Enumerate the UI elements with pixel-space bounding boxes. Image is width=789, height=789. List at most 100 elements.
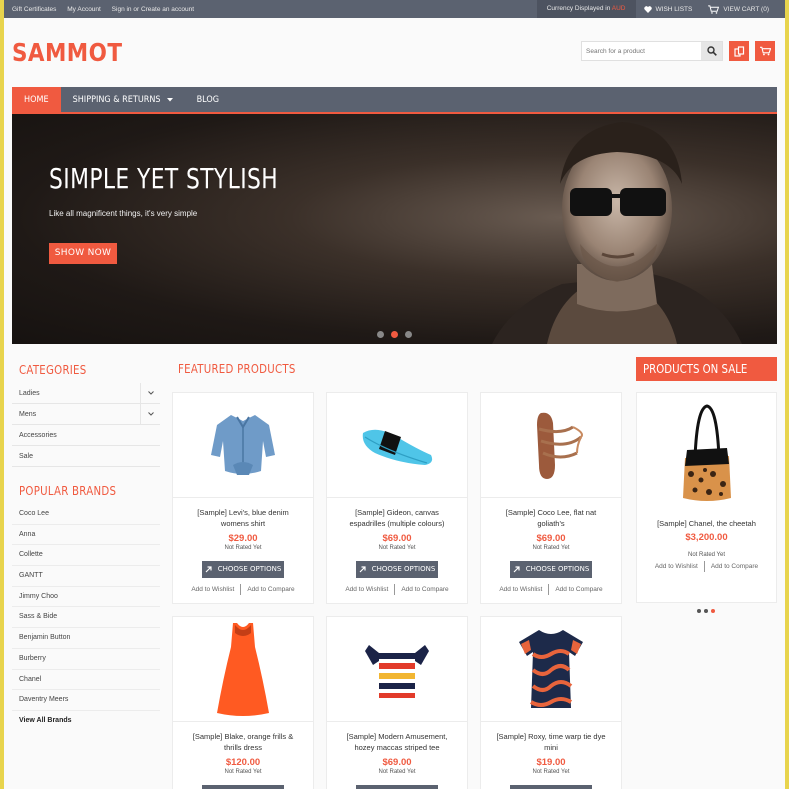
category-label: Mens bbox=[19, 411, 37, 418]
slider-dot[interactable] bbox=[377, 331, 384, 338]
category-label: Ladies bbox=[19, 390, 40, 397]
choose-options-label: CHOOSE OPTIONS bbox=[525, 565, 590, 573]
arrow-up-right-icon bbox=[513, 566, 520, 573]
product-name[interactable]: [Sample] Modern Amusement, hozey maccas … bbox=[327, 731, 467, 753]
choose-options-button[interactable]: CHOOSE OPTIONS bbox=[356, 561, 438, 578]
category-item-sale[interactable]: Sale bbox=[12, 446, 160, 467]
product-rating: Not Rated Yet bbox=[378, 545, 416, 551]
add-to-compare-link[interactable]: Add to Compare bbox=[240, 584, 300, 595]
product-name[interactable]: [Sample] Blake, orange frills & thrills … bbox=[173, 731, 313, 753]
category-item-mens[interactable]: Mens bbox=[12, 404, 160, 425]
add-to-wishlist-link[interactable]: Add to Wishlist bbox=[339, 584, 394, 595]
page-frame: Gift Certificates My Account Sign in or … bbox=[4, 0, 785, 789]
choose-options-button[interactable] bbox=[510, 785, 592, 789]
sale-product-card[interactable]: [Sample] Chanel, the cheetah $3,200.00 N… bbox=[636, 392, 777, 603]
nav-item-shipping-returns[interactable]: SHIPPING & RETURNS bbox=[61, 87, 185, 112]
choose-options-button[interactable]: CHOOSE OPTIONS bbox=[510, 561, 592, 578]
product-card[interactable]: [Sample] Roxy, time warp tie dye mini $1… bbox=[480, 616, 622, 789]
hero-subtitle: Like all magnificent things, it's very s… bbox=[49, 209, 198, 218]
nav-item-blog[interactable]: BLOG bbox=[185, 87, 231, 112]
product-rating: Not Rated Yet bbox=[532, 769, 570, 775]
currency-selector[interactable]: Currency Displayed in AUD bbox=[536, 0, 636, 18]
heart-icon bbox=[643, 5, 652, 13]
add-to-compare-link[interactable]: Add to Compare bbox=[548, 584, 608, 595]
product-name[interactable]: [Sample] Coco Lee, flat nat goliath's bbox=[481, 507, 621, 529]
category-item-accessories[interactable]: Accessories bbox=[12, 425, 160, 446]
nav-item-home[interactable]: HOME bbox=[12, 87, 61, 112]
product-image-orange-dress[interactable] bbox=[173, 617, 313, 722]
choose-options-label: CHOOSE OPTIONS bbox=[371, 565, 436, 573]
brand-item[interactable]: Collette bbox=[12, 545, 160, 567]
product-card[interactable]: [Sample] Modern Amusement, hozey maccas … bbox=[326, 616, 468, 789]
slider-dot-active[interactable] bbox=[391, 331, 398, 338]
sale-product-rating: Not Rated Yet bbox=[687, 552, 726, 558]
expand-button[interactable] bbox=[140, 404, 160, 424]
category-item-ladies[interactable]: Ladies bbox=[12, 383, 160, 404]
brand-item[interactable]: Anna bbox=[12, 525, 160, 546]
my-account-link[interactable]: My Account bbox=[67, 6, 101, 13]
search-button[interactable] bbox=[701, 42, 722, 60]
product-image-striped-tee[interactable] bbox=[327, 617, 467, 722]
products-on-sale-heading: PRODUCTS ON SALE bbox=[636, 357, 777, 381]
add-to-compare-link[interactable]: Add to Compare bbox=[703, 561, 764, 572]
expand-button[interactable] bbox=[140, 383, 160, 403]
slider-dot[interactable] bbox=[704, 609, 708, 613]
product-image-cheetah-bag[interactable] bbox=[637, 393, 776, 513]
slider-dot[interactable] bbox=[697, 609, 701, 613]
create-account-link[interactable]: Create an account bbox=[141, 6, 194, 13]
brand-item[interactable]: Chanel bbox=[12, 670, 160, 691]
add-to-wishlist-link[interactable]: Add to Wishlist bbox=[493, 584, 548, 595]
categories-heading: CATEGORIES bbox=[19, 363, 87, 377]
product-card[interactable]: [Sample] Levi's, blue denim womens shirt… bbox=[172, 392, 314, 604]
gift-certificates-link[interactable]: Gift Certificates bbox=[12, 6, 56, 13]
brand-item[interactable]: Sass & Bide bbox=[12, 607, 160, 629]
slider-dot-active[interactable] bbox=[711, 609, 715, 613]
slider-dot[interactable] bbox=[405, 331, 412, 338]
currency-label: Currency Displayed in bbox=[546, 5, 611, 12]
brand-item[interactable]: Daventry Meers bbox=[12, 690, 160, 711]
logo[interactable]: SAMMOT bbox=[12, 38, 122, 67]
choose-options-button[interactable] bbox=[202, 785, 284, 789]
main-nav: HOME SHIPPING & RETURNS BLOG bbox=[12, 87, 777, 114]
cart-button[interactable] bbox=[755, 41, 775, 61]
brand-item[interactable]: Benjamin Button bbox=[12, 628, 160, 649]
product-card[interactable]: [Sample] Coco Lee, flat nat goliath's $6… bbox=[480, 392, 622, 604]
brand-item[interactable]: Coco Lee bbox=[12, 504, 160, 525]
wish-lists-link[interactable]: WISH LISTS bbox=[636, 6, 701, 13]
add-to-wishlist-link[interactable]: Add to Wishlist bbox=[649, 561, 704, 572]
product-name[interactable]: [Sample] Levi's, blue denim womens shirt bbox=[173, 507, 313, 529]
add-to-compare-link[interactable]: Add to Compare bbox=[394, 584, 454, 595]
view-all-brands-link[interactable]: View All Brands bbox=[12, 711, 160, 732]
product-card[interactable]: [Sample] Gideon, canvas espadrilles (mul… bbox=[326, 392, 468, 604]
brand-item[interactable]: Jimmy Choo bbox=[12, 587, 160, 608]
product-name[interactable]: [Sample] Roxy, time warp tie dye mini bbox=[481, 731, 621, 753]
product-name[interactable]: [Sample] Gideon, canvas espadrilles (mul… bbox=[327, 507, 467, 529]
product-image-sandal[interactable] bbox=[481, 393, 621, 498]
choose-options-button[interactable]: CHOOSE OPTIONS bbox=[202, 561, 284, 578]
brand-item[interactable]: GANTT bbox=[12, 566, 160, 587]
cart-icon bbox=[759, 46, 771, 56]
product-image-denim-shirt[interactable] bbox=[173, 393, 313, 498]
product-image-tie-dye-dress[interactable] bbox=[481, 617, 621, 722]
caret-down-icon bbox=[166, 97, 173, 101]
choose-options-button[interactable] bbox=[356, 785, 438, 789]
product-price: $120.00 bbox=[225, 757, 261, 768]
view-cart-label: VIEW CART (0) bbox=[723, 5, 769, 13]
sale-product-name[interactable]: [Sample] Chanel, the cheetah bbox=[637, 519, 776, 528]
view-cart-link[interactable]: VIEW CART (0) bbox=[700, 4, 777, 14]
product-price: $19.00 bbox=[536, 757, 566, 768]
product-rating: Not Rated Yet bbox=[224, 769, 262, 775]
sidebar: CATEGORIES Ladies Mens Accessories Sale … bbox=[12, 355, 160, 732]
sign-in-link[interactable]: Sign in bbox=[112, 6, 132, 13]
chevron-down-icon bbox=[147, 412, 154, 416]
compare-button[interactable] bbox=[729, 41, 749, 61]
product-image-espadrille[interactable] bbox=[327, 393, 467, 498]
product-card[interactable]: [Sample] Blake, orange frills & thrills … bbox=[172, 616, 314, 789]
brand-item[interactable]: Burberry bbox=[12, 649, 160, 670]
sale-slider-dots bbox=[697, 609, 715, 613]
search-input[interactable] bbox=[582, 42, 701, 60]
show-now-button[interactable]: SHOW NOW bbox=[49, 243, 117, 264]
add-to-wishlist-link[interactable]: Add to Wishlist bbox=[185, 584, 240, 595]
product-price: $29.00 bbox=[228, 533, 258, 544]
featured-products-heading: FEATURED PRODUCTS bbox=[178, 362, 296, 376]
